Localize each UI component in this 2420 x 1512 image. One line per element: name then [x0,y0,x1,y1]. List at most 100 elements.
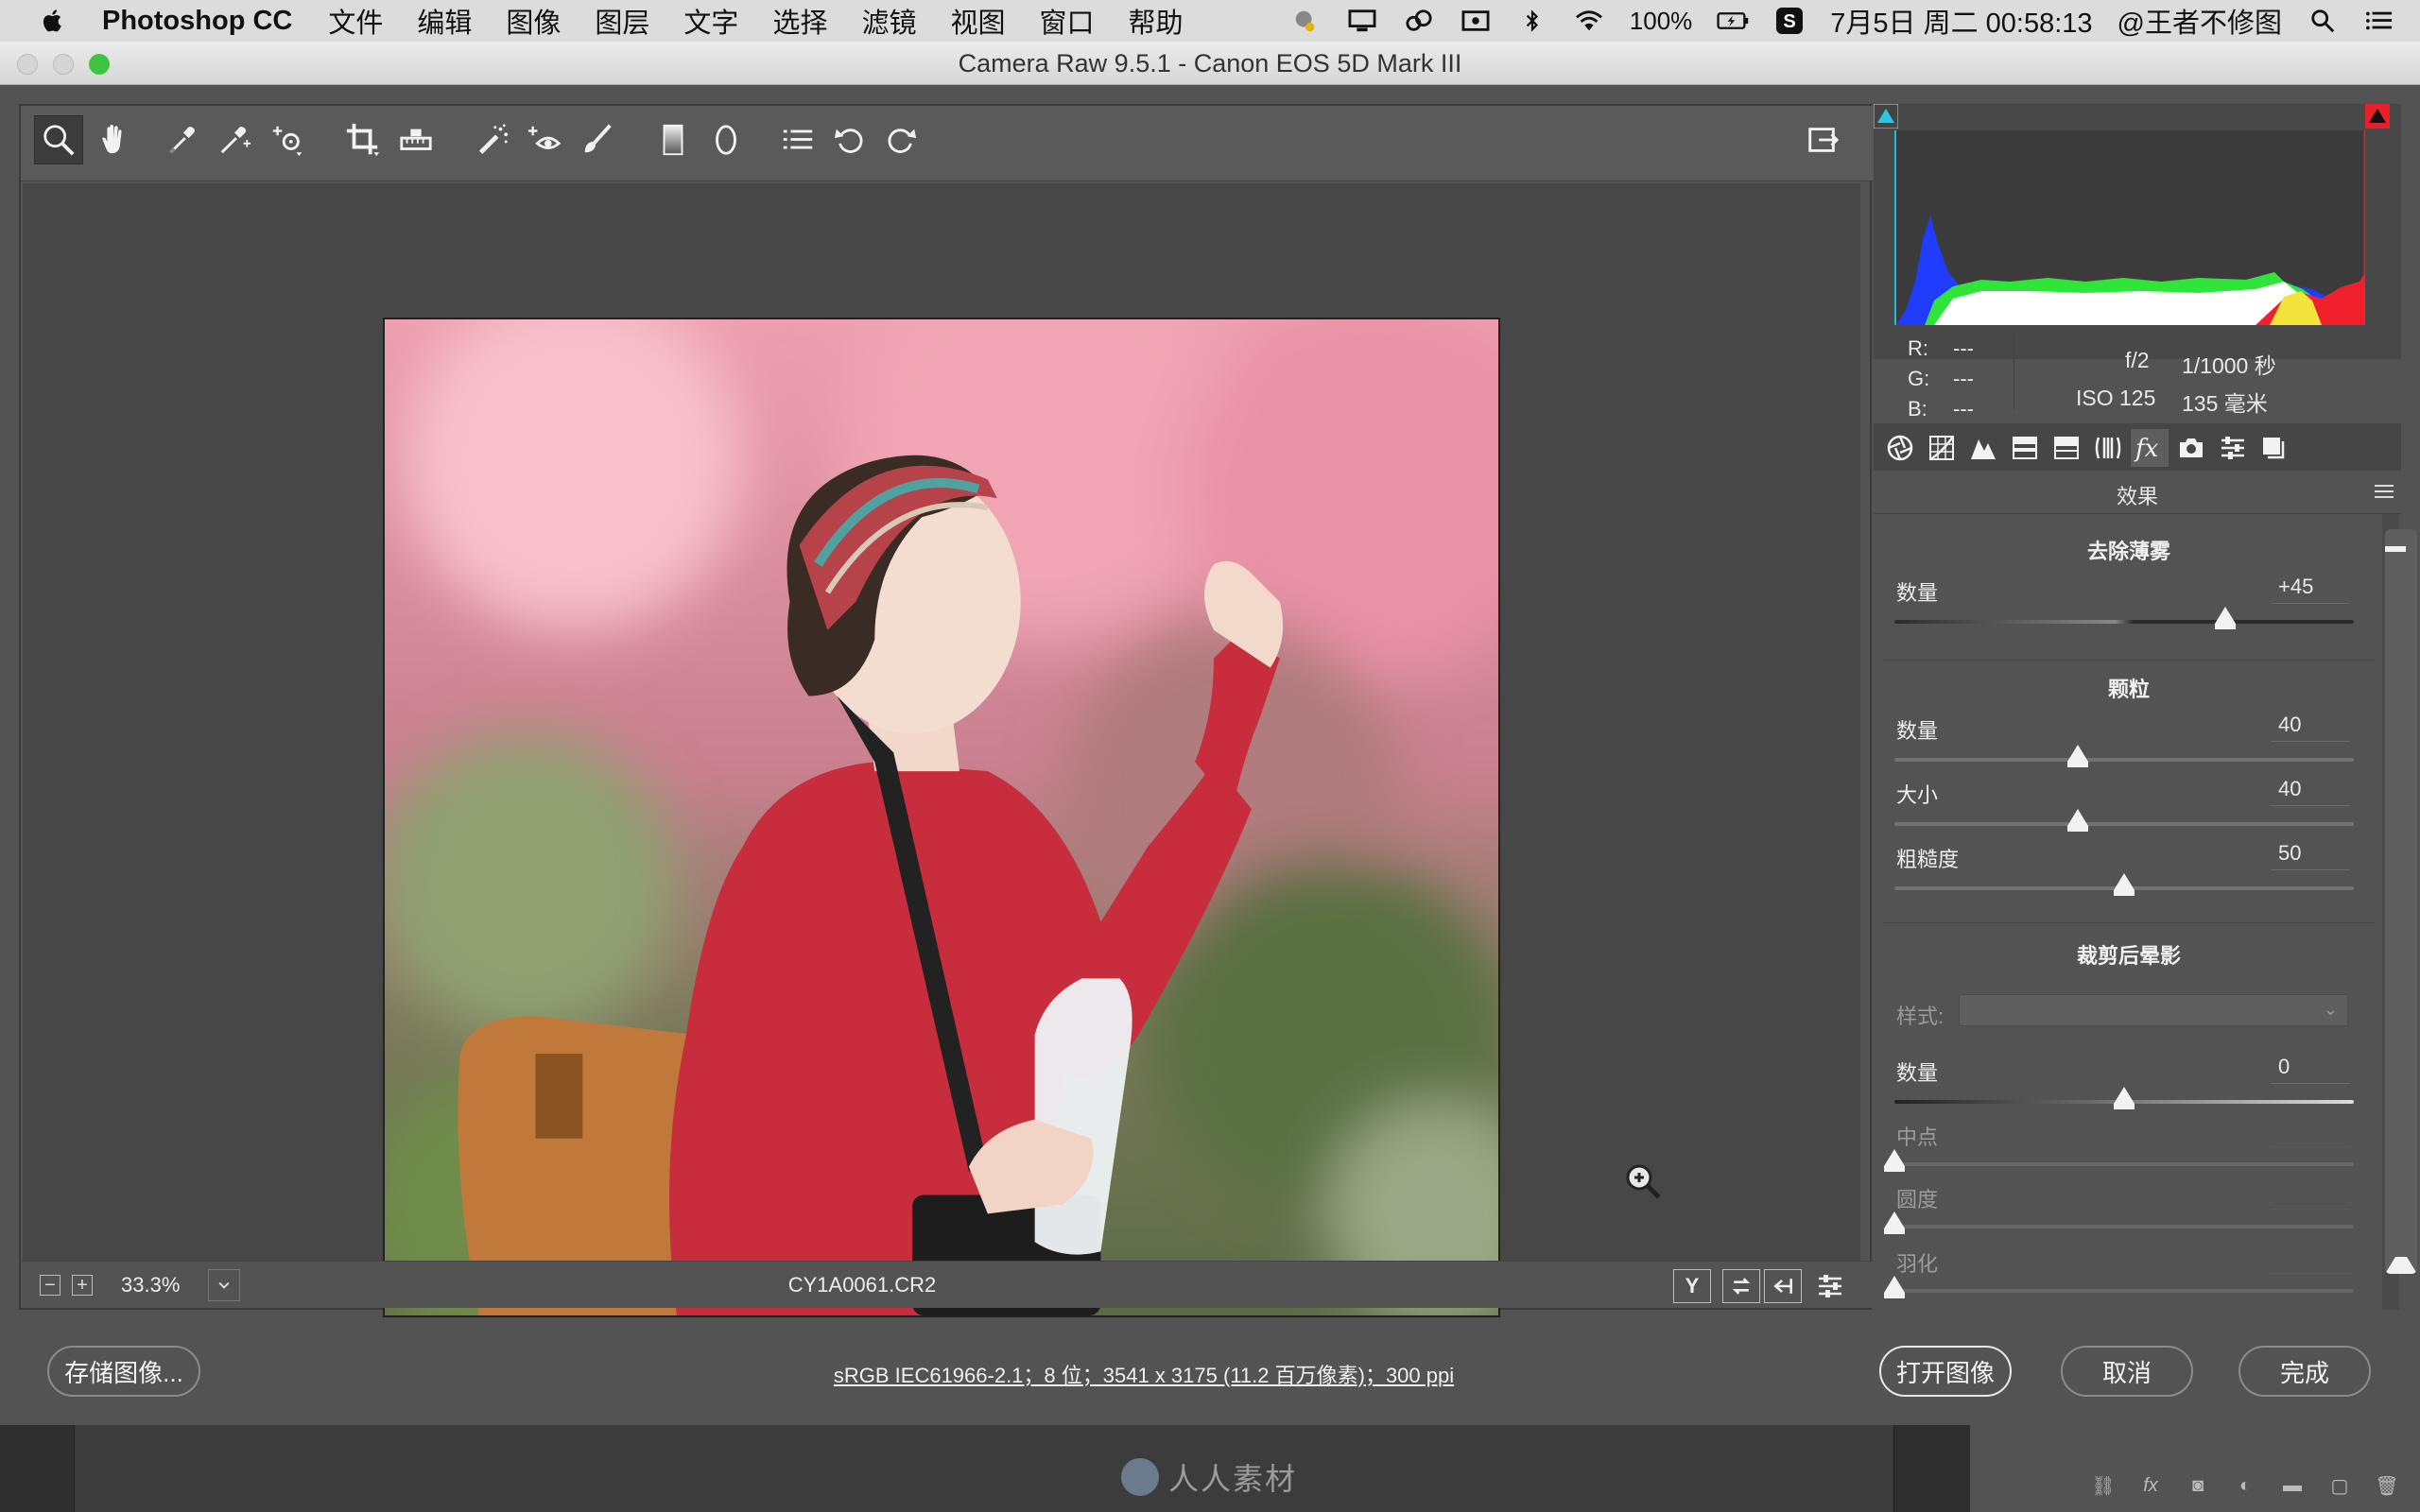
app-name-menu[interactable]: Photoshop CC [102,6,292,37]
red-eye-removal-tool-icon[interactable] [520,115,569,164]
color-sampler-tool-icon[interactable] [210,115,259,164]
creative-cloud-icon[interactable] [1403,7,1435,35]
tab-detail-icon[interactable] [1964,429,2002,467]
grain-roughness-label: 粗糙度 [1896,848,1960,871]
layer-fx-icon: fx [2143,1474,2158,1496]
panel-scrollbar-thumb[interactable] [2385,529,2417,1274]
straighten-tool-icon[interactable] [391,115,441,164]
fullscreen-toggle-icon[interactable] [1798,115,1847,164]
zoom-tool-icon[interactable] [34,115,83,164]
tab-hsl-icon[interactable] [2006,429,2044,467]
blue-readout: B: --- [1908,397,1974,421]
before-after-view-button[interactable]: Y [1673,1269,1711,1303]
grain-roughness-slider-thumb[interactable] [2114,873,2135,896]
grain-amount-slider-thumb[interactable] [2067,745,2089,767]
menu-view[interactable]: 视图 [950,1,1005,41]
watermark-logo-icon [1121,1458,1159,1496]
crop-tool-icon[interactable] [338,115,388,164]
photo-preview[interactable] [383,318,1500,1317]
vignette-midpoint-value [2271,1119,2350,1147]
highlight-clipping-warning-icon[interactable] [2365,104,2390,129]
vignette-style-select[interactable]: ⌄ [1959,994,2348,1026]
grain-amount-value[interactable]: 40 [2271,713,2350,742]
watermark: 人人素材 [1121,1455,1297,1499]
copy-settings-button[interactable] [1764,1269,1802,1303]
effects-panel-body: 去除薄雾 数量 +45 颗粒 数量 40 大小 40 粗糙度 50 裁剪后晕影 … [1874,514,2384,1310]
tab-camera-calibration-icon[interactable] [2172,429,2210,467]
pixel-readouts: R: --- G: --- B: --- f/2 1/1000 秒 ISO 125 1… [1874,325,2401,421]
dehaze-section-title: 去除薄雾 [2086,540,2170,563]
grain-roughness-value[interactable]: 50 [2271,841,2350,870]
tab-basic-aperture-icon[interactable] [1881,429,1919,467]
background-document [74,1425,1894,1512]
menu-window[interactable]: 窗口 [1039,1,1094,41]
rotate-cw-icon[interactable] [875,115,925,164]
open-image-button[interactable]: 打开图像 [1879,1346,2012,1397]
tab-presets-icon[interactable] [2214,429,2252,467]
vignette-roundness-label: 圆度 [1896,1188,1939,1211]
targeted-adjustment-tool-icon[interactable] [263,115,312,164]
vignette-midpoint-slider [1884,1149,2354,1172]
adjustment-brush-icon[interactable] [573,115,622,164]
panel-scrollbar[interactable] [2382,514,2417,1310]
dehaze-amount-slider-thumb[interactable] [2214,607,2236,629]
menu-file[interactable]: 文件 [328,1,383,41]
image-canvas[interactable] [23,183,1860,1317]
vignette-amount-slider[interactable] [1894,1087,2354,1109]
tab-tone-curve-icon[interactable] [1923,429,1961,467]
grain-size-slider[interactable] [1894,809,2354,832]
spotlight-search-icon[interactable] [2307,7,2339,35]
graduated-filter-icon[interactable] [648,115,698,164]
vignette-amount-slider-thumb[interactable] [2114,1087,2135,1109]
dehaze-amount-label: 数量 [1896,581,1939,605]
grain-section-title: 颗粒 [2107,678,2150,701]
cancel-button[interactable]: 取消 [2061,1346,2193,1397]
notification-center-icon[interactable] [2363,7,2395,35]
tab-snapshots-icon[interactable] [2256,429,2293,467]
done-button[interactable]: 完成 [2238,1346,2371,1397]
window-title: Camera Raw 9.5.1 - Canon EOS 5D Mark III [958,49,1462,77]
background-layers-panel: ⛓ fx ◙ ◐ ▬ ▢ 🗑 [1970,1425,2420,1512]
swap-settings-button[interactable] [1722,1269,1760,1303]
menu-edit[interactable]: 编辑 [417,1,472,41]
input-method-icon[interactable]: S [1773,7,1806,35]
wifi-icon[interactable] [1573,7,1605,35]
rotate-ccw-icon[interactable] [826,115,875,164]
preferences-list-icon[interactable] [773,115,822,164]
vignette-amount-value[interactable]: 0 [2271,1055,2350,1084]
section-divider [1883,922,2375,923]
menu-image[interactable]: 图像 [506,1,561,41]
battery-percent: 100% [1629,6,1693,35]
menu-type[interactable]: 文字 [683,1,738,41]
tab-split-toning-icon[interactable] [2048,429,2085,467]
hand-tool-icon[interactable] [89,115,138,164]
panel-menu-icon[interactable] [2373,482,2395,501]
menu-filter[interactable]: 滤镜 [861,1,916,41]
tab-lens-corrections-icon[interactable] [2089,429,2127,467]
apple-menu-icon[interactable] [36,4,70,38]
spot-removal-tool-icon[interactable] [467,115,516,164]
display-icon[interactable] [1346,7,1378,35]
grain-size-label: 大小 [1896,783,1939,807]
menubar-clock[interactable]: 7月5日 周二 00:58:13 [1830,1,2092,41]
radial-filter-icon[interactable] [701,115,751,164]
tab-effects-fx-icon[interactable]: fx [2131,429,2169,467]
shadow-clipping-warning-icon[interactable] [1873,103,1899,129]
notification-bubble-icon[interactable] [1289,7,1322,35]
menu-help[interactable]: 帮助 [1129,1,1184,41]
battery-icon[interactable] [1717,7,1749,35]
grain-size-slider-thumb[interactable] [2067,809,2089,832]
screen-record-icon[interactable] [1460,7,1492,35]
menu-select[interactable]: 选择 [772,1,827,41]
grain-size-value[interactable]: 40 [2271,777,2350,806]
menu-layer[interactable]: 图层 [595,1,649,41]
grain-amount-slider[interactable] [1894,745,2354,767]
dehaze-amount-value[interactable]: +45 [2271,575,2350,604]
grain-roughness-slider[interactable] [1894,873,2354,896]
bluetooth-icon[interactable] [1516,7,1548,35]
vignette-amount-label: 数量 [1896,1061,1939,1085]
white-balance-tool-icon[interactable] [157,115,206,164]
view-settings-button[interactable] [1811,1269,1849,1303]
menubar-user[interactable]: @王者不修图 [2118,1,2282,41]
dehaze-amount-slider[interactable] [1894,607,2354,629]
